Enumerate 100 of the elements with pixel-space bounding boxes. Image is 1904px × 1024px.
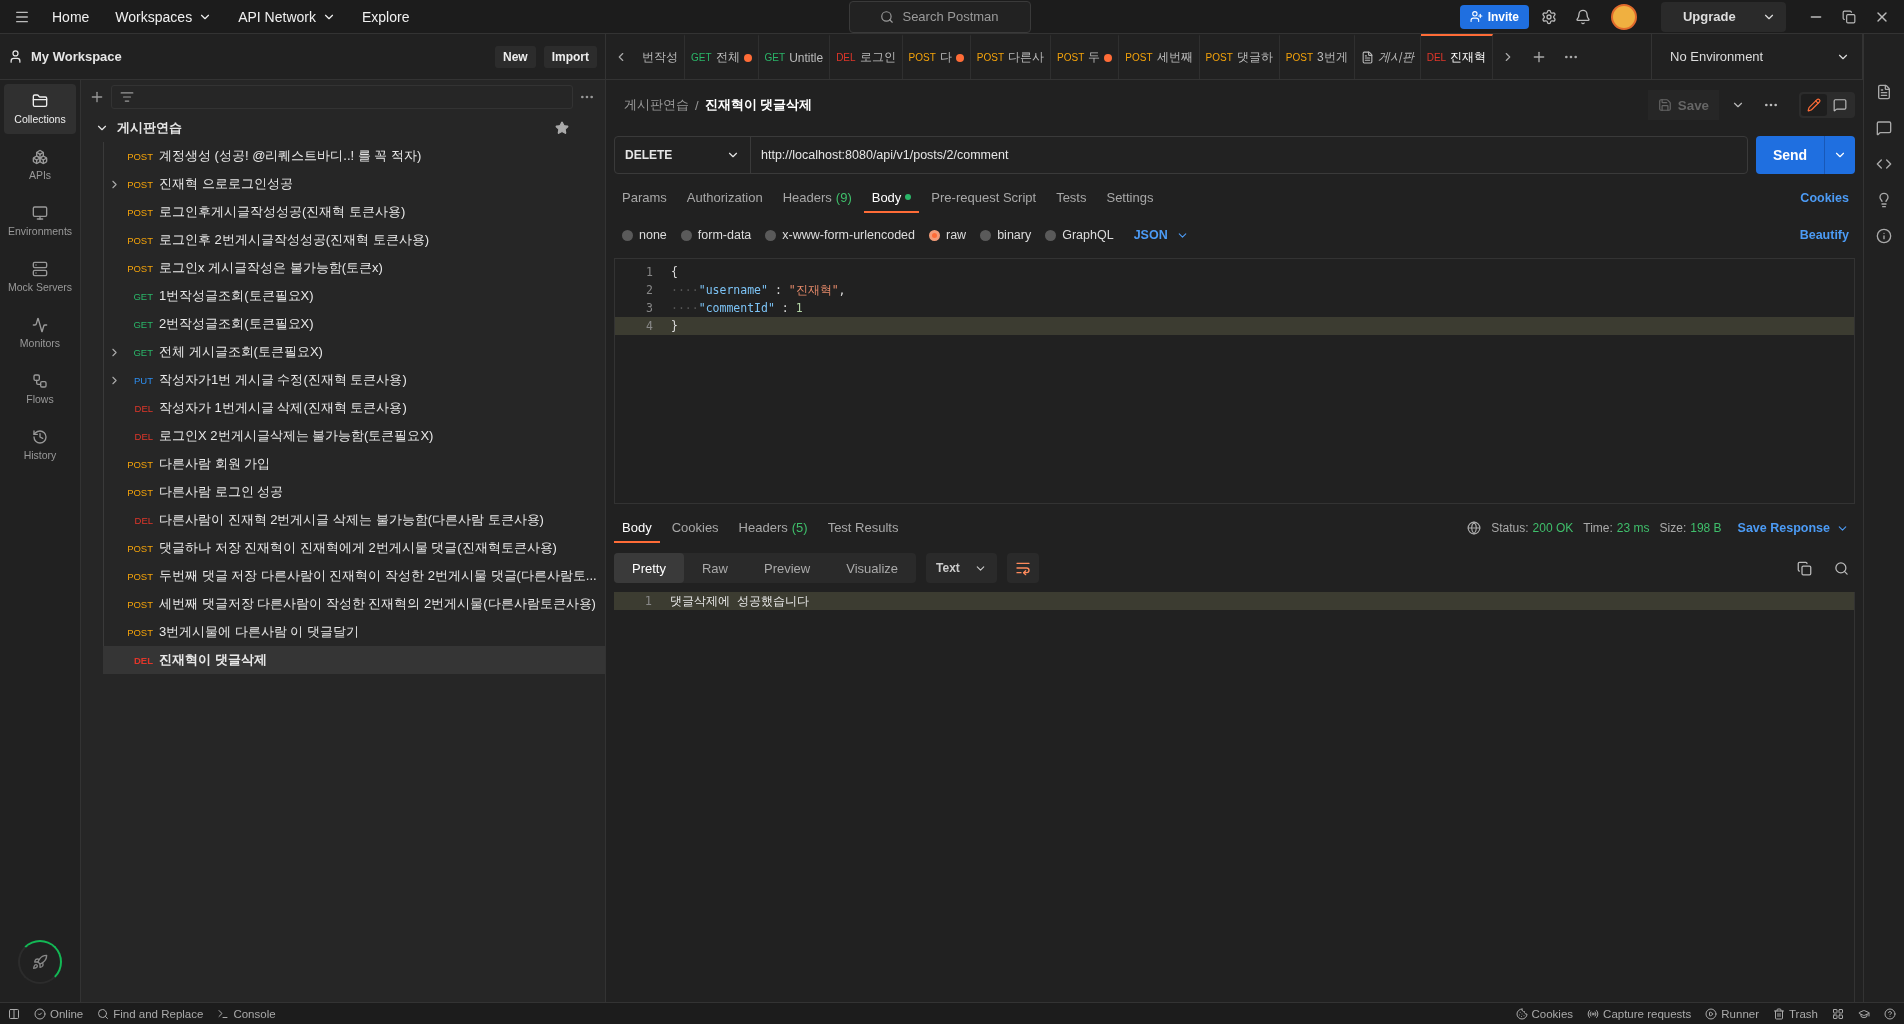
sidebar-toggle-icon[interactable]: [8, 1007, 20, 1020]
comment-icon[interactable]: [1876, 120, 1892, 136]
format-select[interactable]: Text: [926, 553, 997, 583]
sidebar-tab[interactable]: Collections: [4, 84, 76, 134]
response-tab[interactable]: Body: [614, 513, 660, 543]
nav-link[interactable]: Workspaces: [105, 4, 223, 29]
status-item[interactable]: Console: [217, 1007, 276, 1020]
request-item[interactable]: DEL 진재혁이 댓글삭제: [103, 646, 605, 674]
request-item[interactable]: POST 로그인후 2번게시글작성성공(진재혁 토큰사용): [103, 226, 605, 254]
lightbulb-icon[interactable]: [1876, 192, 1892, 208]
request-option-tab[interactable]: Params: [614, 183, 675, 213]
learning-icon[interactable]: [1858, 1007, 1870, 1020]
pencil-icon[interactable]: [1807, 98, 1821, 112]
nav-link[interactable]: Home: [42, 4, 100, 29]
workspace-button[interactable]: Import: [543, 45, 597, 68]
invite-button[interactable]: Invite: [1459, 4, 1529, 29]
restore-icon[interactable]: [1842, 9, 1856, 24]
request-item[interactable]: GET 전체 게시글조회(토큰필요X): [103, 338, 605, 366]
status-item[interactable]: Capture requests: [1587, 1007, 1692, 1020]
request-item[interactable]: DEL 작성자가 1번게시글 삭제(진재혁 토큰사용): [103, 394, 605, 422]
settings-icon[interactable]: [1541, 8, 1557, 25]
search-icon[interactable]: [1834, 560, 1849, 576]
request-tab[interactable]: POST 다: [902, 34, 971, 79]
sidebar-tab[interactable]: Environments: [4, 196, 76, 246]
avatar[interactable]: [1611, 3, 1637, 30]
star-icon[interactable]: [555, 121, 569, 135]
request-tab[interactable]: DEL 진재혁: [1420, 34, 1494, 79]
copy-icon[interactable]: [1797, 560, 1812, 576]
request-item[interactable]: PUT 작성자가1번 게시글 수정(진재혁 토큰사용): [103, 366, 605, 394]
body-mode-radio[interactable]: GraphQL: [1045, 228, 1114, 242]
wrap-button[interactable]: [1006, 553, 1039, 583]
rocket-progress-icon[interactable]: [18, 940, 62, 984]
request-item[interactable]: POST 진재혁 으로로그인성공: [103, 170, 605, 198]
request-item[interactable]: GET 2번작성글조회(토큰필요X): [103, 310, 605, 338]
code-editor[interactable]: 1 { 2 ····"username" : "진재혁", 3 ····"commentId" : 1 4 }: [614, 258, 1855, 504]
request-option-tab[interactable]: Headers (9): [774, 183, 860, 213]
request-option-tab[interactable]: Pre-request Script: [923, 183, 1045, 213]
body-mode-radio[interactable]: none: [622, 228, 667, 242]
request-tab[interactable]: GET Untitle: [758, 34, 831, 79]
status-item[interactable]: Online: [34, 1007, 84, 1020]
nav-link[interactable]: API Network: [228, 4, 346, 29]
request-tab[interactable]: DEL 로그인: [830, 34, 903, 79]
upgrade-button[interactable]: Upgrade: [1661, 1, 1786, 32]
request-tab[interactable]: POST 3번게: [1279, 34, 1355, 79]
body-mode-radio[interactable]: raw: [929, 228, 967, 242]
save-response-button[interactable]: Save Response: [1731, 520, 1855, 536]
request-tab[interactable]: POST 댓글하: [1199, 34, 1280, 79]
environment-select[interactable]: No Environment: [1651, 34, 1863, 79]
nav-link[interactable]: Explore: [351, 4, 420, 29]
view-tab[interactable]: Preview: [746, 553, 829, 583]
request-option-tab[interactable]: Settings: [1098, 183, 1162, 213]
request-item[interactable]: POST 세번째 댓글저장 다른사람이 작성한 진재혁의 2번게시물(다른사람토큰사용): [103, 590, 605, 618]
request-option-tab[interactable]: Authorization: [678, 183, 771, 213]
request-item[interactable]: DEL 로그인X 2번게시글삭제는 불가능함(토큰필요X): [103, 422, 605, 450]
response-tab[interactable]: Cookies: [663, 513, 727, 543]
workspace-button[interactable]: New: [494, 45, 536, 68]
request-tab[interactable]: GET 전체: [685, 34, 759, 79]
view-tab[interactable]: Pretty: [614, 553, 684, 583]
response-tab[interactable]: Headers (5): [730, 513, 816, 543]
sidebar-tab[interactable]: APIs: [4, 140, 76, 190]
request-option-tab[interactable]: Body: [863, 183, 920, 213]
layout-icon[interactable]: [1832, 1007, 1844, 1020]
request-tab[interactable]: POST 다른사: [970, 34, 1052, 79]
status-item[interactable]: Find and Replace: [97, 1007, 204, 1020]
request-item[interactable]: POST 로그인x 게시글작성은 불가능함(토큰x): [103, 254, 605, 282]
request-tab[interactable]: 번작성: [636, 34, 685, 79]
help-icon[interactable]: [1884, 1007, 1896, 1020]
status-item[interactable]: Trash: [1773, 1007, 1818, 1020]
add-icon[interactable]: [89, 89, 105, 105]
request-tab[interactable]: POST 두: [1051, 34, 1120, 79]
cookies-link[interactable]: Cookies: [1794, 190, 1855, 206]
collection-row[interactable]: 게시판연습: [81, 114, 605, 142]
status-item[interactable]: Runner: [1705, 1007, 1759, 1020]
filter-field[interactable]: [111, 85, 573, 109]
request-item[interactable]: POST 로그인후게시글작성성공(진재혁 토큰사용): [103, 198, 605, 226]
info-icon[interactable]: [1876, 228, 1892, 244]
request-item[interactable]: DEL 다른사람이 진재혁 2번게시글 삭제는 불가능함(다른사람 토큰사용): [103, 506, 605, 534]
request-item[interactable]: POST 두번째 댓글 저장 다른사람이 진재혁이 작성한 2번게시물 댓글(다른사람토...: [103, 562, 605, 590]
bell-icon[interactable]: [1575, 8, 1591, 25]
request-item[interactable]: POST 댓글하나 저장 진재혁이 진재혁에게 2번게시물 댓글(진재혁토큰사용): [103, 534, 605, 562]
request-item[interactable]: GET 1번작성글조회(토큰필요X): [103, 282, 605, 310]
sidebar-tab[interactable]: Monitors: [4, 308, 76, 358]
view-tab[interactable]: Raw: [683, 553, 746, 583]
body-mode-radio[interactable]: binary: [980, 228, 1032, 242]
request-tab[interactable]: 게시판: [1354, 34, 1421, 79]
body-mode-radio[interactable]: form-data: [680, 228, 752, 242]
format-select[interactable]: JSON: [1127, 227, 1195, 243]
request-item[interactable]: POST 다른사람 로그인 성공: [103, 478, 605, 506]
breadcrumb-link[interactable]: 게시판연습: [624, 96, 689, 114]
request-option-tab[interactable]: Tests: [1048, 183, 1095, 213]
status-item[interactable]: Cookies: [1515, 1007, 1574, 1020]
response-tab[interactable]: Test Results: [819, 513, 907, 543]
beautify-link[interactable]: Beautify: [1793, 227, 1855, 243]
sidebar-tab[interactable]: Mock Servers: [4, 252, 76, 302]
sidebar-tab[interactable]: History: [4, 420, 76, 470]
sidebar-tab[interactable]: Flows: [4, 364, 76, 414]
request-item[interactable]: POST 계정생성 (성공! @리퀘스트바디..! 를 꼭 적자): [103, 142, 605, 170]
request-tab[interactable]: POST 세번째: [1119, 34, 1200, 79]
view-tab[interactable]: Visualize: [828, 553, 917, 583]
request-item[interactable]: POST 다른사람 회원 가입: [103, 450, 605, 478]
